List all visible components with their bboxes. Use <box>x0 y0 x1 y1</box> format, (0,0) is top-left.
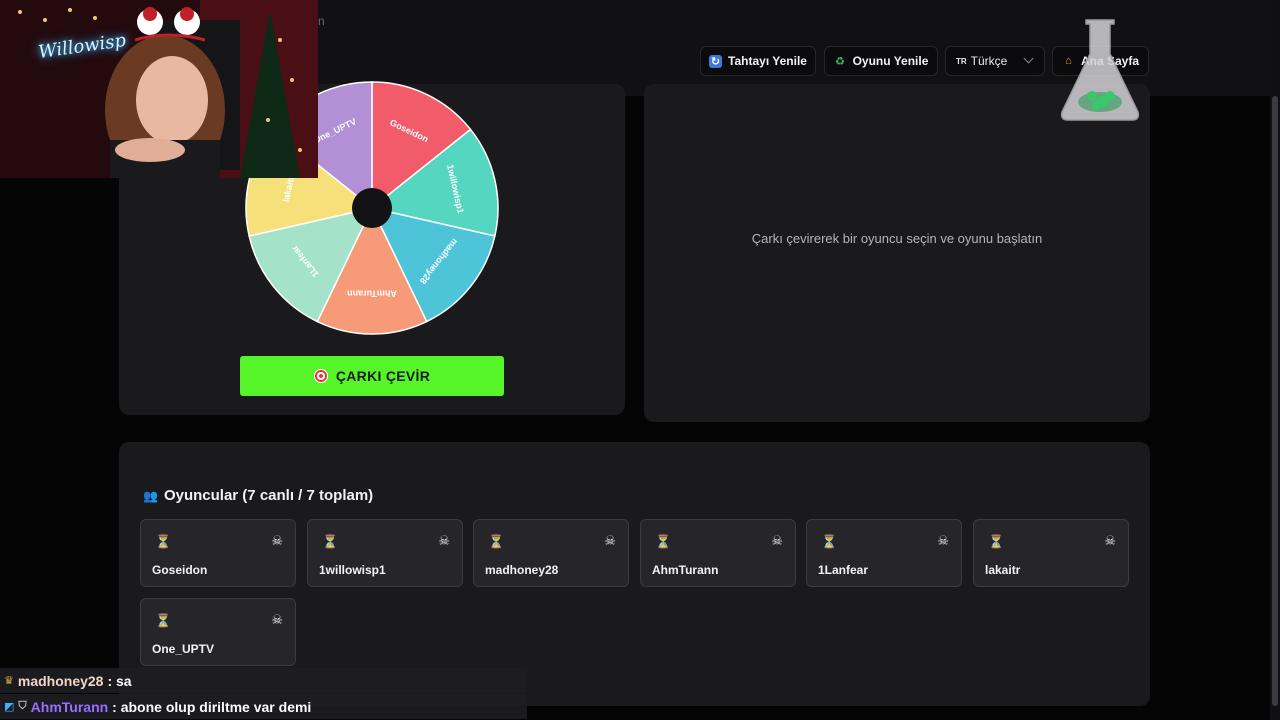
player-name: AhmTurann <box>652 563 719 577</box>
player-name: madhoney28 <box>485 563 559 577</box>
webcam-image <box>0 0 318 178</box>
chat-message: ◩ ⛉ AhmTurann : abone olup diriltme var … <box>0 694 527 719</box>
people-icon: 👥 <box>143 488 158 503</box>
player-card[interactable]: ⏳ ☠ One_UPTV <box>140 598 296 666</box>
scrollbar-thumb[interactable] <box>1272 96 1278 706</box>
player-name: One_UPTV <box>152 642 215 656</box>
crown-badge-icon: ♛ <box>4 675 14 687</box>
hourglass-icon: ⏳ <box>322 534 339 549</box>
chevron-down-icon <box>1023 53 1034 64</box>
restart-game-button[interactable]: ♻ Oyunu Yenile <box>824 46 938 76</box>
page-scrollbar[interactable] <box>1270 0 1280 720</box>
header-title-fragment: n <box>318 14 325 28</box>
flask-icon <box>1060 19 1140 121</box>
players-heading: 👥 Oyuncular (7 canlı / 7 toplam) <box>143 487 373 504</box>
streamer-webcam-overlay: Willowisp <box>0 0 318 178</box>
refresh-icon: ↻ <box>709 54 723 68</box>
hourglass-icon: ⏳ <box>655 534 672 549</box>
skull-crossbones-icon[interactable]: ☠ <box>271 612 283 628</box>
skull-crossbones-icon[interactable]: ☠ <box>937 533 949 549</box>
chat-text: : abone olup diriltme var demi <box>112 698 312 715</box>
restart-game-label: Oyunu Yenile <box>852 54 929 68</box>
hourglass-icon: ⏳ <box>155 613 172 628</box>
player-name: 1Lanfear <box>818 563 869 577</box>
chat-username: madhoney28 <box>17 672 104 689</box>
spin-wheel-button[interactable]: ÇARKI ÇEVİR <box>240 356 504 396</box>
player-card[interactable]: ⏳ ☠ Goseidon <box>140 519 296 587</box>
hourglass-icon: ⏳ <box>155 534 172 549</box>
spin-wheel-label: ÇARKI ÇEVİR <box>335 368 431 384</box>
player-card[interactable]: ⏳ ☠ madhoney28 <box>473 519 629 587</box>
wheel-segment-label: AhmTurann <box>347 289 397 299</box>
player-name: lakaitr <box>985 563 1021 577</box>
game-status-panel: Çarkı çevirerek bir oyuncu seçin ve oyun… <box>644 84 1150 422</box>
stream-chat-overlay: ♛ madhoney28 : sa ◩ ⛉ AhmTurann : abone … <box>0 668 527 720</box>
wheel-hub <box>352 188 392 228</box>
player-card[interactable]: ⏳ ☠ lakaitr <box>973 519 1129 587</box>
status-message: Çarkı çevirerek bir oyuncu seçin ve oyun… <box>751 231 1043 246</box>
language-value: Türkçe <box>970 54 1008 68</box>
shield-badge-icon: ⛉ <box>18 700 27 712</box>
refresh-board-label: Tahtayı Yenile <box>728 54 807 68</box>
player-card[interactable]: ⏳ ☠ AhmTurann <box>640 519 796 587</box>
player-card[interactable]: ⏳ ☠ 1willowisp1 <box>307 519 463 587</box>
target-icon <box>313 369 328 383</box>
player-name: 1willowisp1 <box>319 563 386 577</box>
hourglass-icon: ⏳ <box>488 534 505 549</box>
refresh-board-button[interactable]: ↻ Tahtayı Yenile <box>700 46 816 76</box>
recycle-icon: ♻ <box>835 55 846 68</box>
skull-crossbones-icon[interactable]: ☠ <box>771 533 783 549</box>
chat-username: AhmTurann <box>30 698 109 715</box>
language-flag: TR <box>956 56 967 66</box>
chat-text: : sa <box>107 672 132 689</box>
hourglass-icon: ⏳ <box>988 534 1005 549</box>
verified-badge-icon: ◩ <box>4 701 15 713</box>
skull-crossbones-icon[interactable]: ☠ <box>438 533 450 549</box>
skull-crossbones-icon[interactable]: ☠ <box>1104 533 1116 549</box>
chat-message: ♛ madhoney28 : sa <box>0 668 527 693</box>
skull-crossbones-icon[interactable]: ☠ <box>604 533 616 549</box>
hourglass-icon: ⏳ <box>821 534 838 549</box>
player-card[interactable]: ⏳ ☠ 1Lanfear <box>806 519 962 587</box>
player-name: Goseidon <box>152 563 208 577</box>
skull-crossbones-icon[interactable]: ☠ <box>271 533 283 549</box>
language-select[interactable]: TR Türkçe <box>945 46 1045 76</box>
players-title: Oyuncular (7 canlı / 7 toplam) <box>163 487 374 504</box>
